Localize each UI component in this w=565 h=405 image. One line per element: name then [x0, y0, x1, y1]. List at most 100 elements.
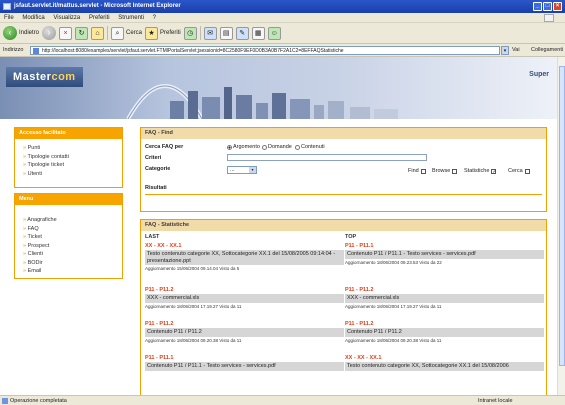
back-button[interactable]: ‹ Indietro [3, 25, 39, 41]
faq-meta: Aggiornamento 18/06/2004 09.20.38 Visto … [145, 337, 242, 343]
address-dropdown-icon[interactable]: ▾ [501, 46, 509, 55]
back-arrow-icon: ‹ [3, 26, 17, 40]
faq-content: Contenuto P11 / P11.1 - Testo services -… [345, 250, 544, 259]
address-input[interactable]: http://localhost:8080/examples/servlet/j… [30, 46, 500, 55]
minimize-button[interactable]: _ [533, 2, 542, 11]
search-icon: ⌕ [111, 26, 125, 40]
forward-arrow-icon: › [42, 26, 57, 40]
cerca-faq-label: Cerca FAQ per [145, 144, 184, 150]
menu-file[interactable]: File [4, 15, 14, 21]
maximize-button[interactable]: □ [543, 2, 552, 11]
menu-modifica[interactable]: Modifica [22, 15, 44, 21]
mail-icon[interactable]: ✉ [203, 26, 217, 40]
statusbar: Operazione completata Intranet locale [0, 395, 565, 405]
forward-button[interactable]: › [42, 25, 57, 41]
faq-link[interactable]: XX - XX - XX.1 [345, 354, 544, 362]
criteri-label: Criteri [145, 155, 162, 161]
menu-item-anagrafiche[interactable]: Anagrafiche [23, 216, 114, 225]
menu-title: Menu [15, 194, 122, 205]
city-skyline-image [170, 87, 398, 119]
discuss-icon[interactable]: ▦ [251, 26, 265, 40]
faq-link[interactable]: P11 - P11.2 [145, 320, 344, 328]
faq-link[interactable]: P11 - P11.2 [345, 320, 544, 328]
vertical-scrollbar[interactable] [557, 57, 565, 395]
radio-argomento[interactable]: Argomento [227, 144, 260, 150]
menu-preferiti[interactable]: Preferiti [89, 15, 110, 21]
faq-meta: Aggiornamento 15/06/2004 09.14.04 Visto … [145, 266, 240, 271]
accesso-item-tipologie-ticket[interactable]: Tipologie ticket [23, 161, 114, 170]
menu-item-clienti[interactable]: Clienti [23, 250, 114, 259]
menu-item-faq[interactable]: FAQ [23, 225, 114, 234]
page-viewport: Mastercom Super Accesso facilitato Punti… [0, 57, 557, 395]
top-item: XX - XX - XX.1 Testo contenuto categorie… [345, 354, 544, 371]
menu-strumenti[interactable]: Strumenti [118, 15, 144, 21]
radio-dot [227, 144, 232, 150]
faq-find-title: FAQ - Find [141, 128, 546, 139]
scrollbar-thumb[interactable] [559, 66, 565, 366]
checkbox-checked: ✓ [491, 168, 497, 175]
print-icon[interactable]: ▤ [219, 26, 233, 40]
faq-link[interactable]: P11 - P11.1 [345, 242, 544, 250]
check-find[interactable]: Find [408, 168, 426, 174]
checkbox [524, 168, 530, 174]
check-browse[interactable]: Browse [432, 168, 458, 174]
search-label: Cerca [126, 30, 143, 36]
menu-item-prospect[interactable]: Prospect [23, 242, 114, 251]
last-column-header: LAST [145, 234, 160, 240]
check-cerca[interactable]: Cerca [508, 168, 530, 174]
faq-meta: Aggiornamento 18/06/2004 17.19.27 Visto … [145, 303, 242, 309]
menu-item-email[interactable]: Email [23, 267, 114, 276]
back-label: Indietro [19, 30, 40, 36]
menu-visualizza[interactable]: Visualizza [53, 15, 80, 21]
faq-link[interactable]: P11 - P11.2 [145, 286, 344, 294]
top-item: P11 - P11.2 XXX - commercial.xls Aggiorn… [345, 286, 544, 310]
faq-find-panel: FAQ - Find Cerca FAQ per Argomento Doman… [140, 127, 547, 212]
faq-link[interactable]: P11 - P11.2 [345, 286, 544, 294]
categorie-select[interactable]: ... ▾ [227, 166, 257, 174]
history-icon[interactable]: ◷ [183, 26, 197, 40]
chevron-down-icon: ▾ [249, 167, 256, 173]
page-done-icon [2, 398, 8, 404]
radio-domande[interactable]: Domande [262, 144, 292, 150]
divider [145, 194, 542, 195]
last-item: XX - XX - XX.1 Testo contenuto categorie… [145, 242, 344, 272]
windows-flag-icon [544, 14, 554, 22]
close-button[interactable]: × [553, 2, 562, 11]
home-icon[interactable]: ⌂ [91, 26, 105, 40]
faq-stats-title: FAQ - Statistiche [141, 220, 546, 231]
address-label: Indirizzo [3, 47, 24, 53]
faq-link[interactable]: XX - XX - XX.1 [145, 242, 344, 250]
faq-link[interactable]: P11 - P11.1 [145, 354, 344, 362]
faq-content: Contenuto P11 / P11.2 [345, 328, 544, 337]
faq-meta: Aggiornamento 18/06/2004 17.19.27 Visto … [345, 303, 442, 309]
go-button[interactable]: Vai [512, 44, 520, 57]
star-icon: ★ [145, 26, 159, 40]
accesso-item-tipologie-contatti[interactable]: Tipologie contatti [23, 153, 114, 162]
messenger-icon[interactable]: ☺ [267, 26, 281, 40]
menu-item-ticket[interactable]: Ticket [23, 233, 114, 242]
menu-item-bodir[interactable]: BODir [23, 259, 114, 268]
accesso-item-utenti[interactable]: Utenti [23, 170, 114, 179]
faq-content: Contenuto P11 / P11.2 [145, 328, 344, 337]
accesso-item-punti[interactable]: Punti [23, 144, 114, 153]
faq-content: XXX - commercial.xls [345, 294, 544, 303]
status-text: Operazione completata [10, 398, 67, 404]
radio-contenuti[interactable]: Contenuti [295, 144, 325, 150]
stop-icon[interactable]: × [59, 26, 73, 40]
check-statistiche[interactable]: Statistiche ✓ [464, 168, 497, 175]
radio-dot [295, 144, 300, 150]
menu-panel: Menu Anagrafiche FAQ Ticket Prospect Cli… [14, 193, 123, 279]
checkbox [420, 168, 426, 174]
search-button[interactable]: ⌕ Cerca [111, 25, 142, 41]
favorites-button[interactable]: ★ Preferiti [145, 25, 181, 41]
mastercom-logo: Mastercom [6, 67, 83, 87]
faq-content: XXX - commercial.xls [145, 294, 344, 303]
criteri-input[interactable] [227, 154, 427, 161]
edit-icon[interactable]: ✎ [235, 26, 249, 40]
risultati-label: Risultati [145, 185, 167, 191]
window-titlebar: jsfaut.servlet.it/mattus.servlet - Micro… [0, 0, 565, 13]
last-item: P11 - P11.1 Contenuto P11 / P11.1 - Test… [145, 354, 344, 371]
links-button[interactable]: Collegamenti [531, 44, 563, 57]
refresh-icon[interactable]: ↻ [75, 26, 89, 40]
menu-help[interactable]: ? [153, 15, 156, 21]
